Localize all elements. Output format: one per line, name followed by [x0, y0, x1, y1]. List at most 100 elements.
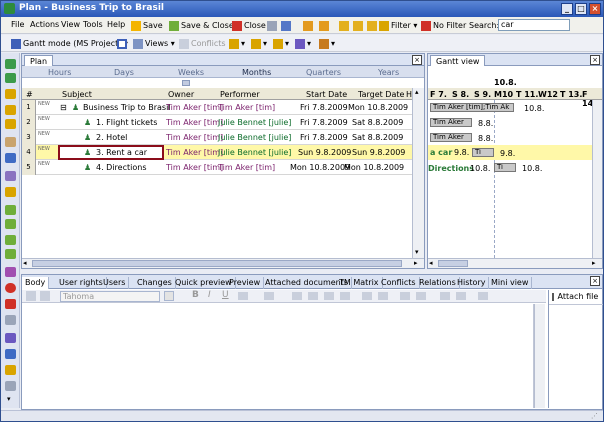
outdent-text-icon[interactable]: [400, 292, 410, 300]
col-performer[interactable]: Performer: [220, 90, 260, 99]
reorder-button[interactable]: [367, 19, 379, 32]
table-row[interactable]: 1 NEW ⊟ ♟ Business Trip to Brasil Tim Ak…: [22, 100, 412, 115]
calendar-icon[interactable]: [5, 171, 16, 181]
underline-icon[interactable]: U: [222, 290, 229, 300]
scroll-thumb[interactable]: [32, 260, 402, 267]
font-select[interactable]: Tahoma: [60, 291, 160, 302]
key2-icon[interactable]: [5, 119, 16, 129]
scale-months[interactable]: Months: [242, 68, 271, 77]
scale-slider[interactable]: [182, 80, 190, 86]
tab-mini-view[interactable]: Mini view: [488, 277, 533, 289]
body-editor[interactable]: [22, 304, 534, 408]
detail-close-button[interactable]: ×: [590, 276, 600, 286]
table-row-selected[interactable]: 4 NEW ♟ 3. Rent a car Tim Aker [tim] Jul…: [22, 145, 412, 160]
resize-grip-icon[interactable]: ⋰: [591, 412, 598, 420]
no-filter-button[interactable]: No Filter: [421, 19, 466, 32]
link-button[interactable]: [281, 19, 293, 32]
tab-conflicts[interactable]: Conflicts: [378, 277, 420, 289]
scroll-left-icon[interactable]: ◂: [23, 259, 27, 267]
plan-horizontal-scrollbar[interactable]: ◂ ▸: [22, 258, 424, 268]
attach-file-button[interactable]: ‖ Attach file: [551, 292, 598, 301]
stop-icon[interactable]: [5, 283, 16, 293]
scroll-up-icon[interactable]: ▴: [415, 88, 419, 96]
highlight-icon[interactable]: [264, 292, 274, 300]
plan-vertical-scrollbar[interactable]: ▴ ▾: [412, 88, 424, 258]
conflicts-button[interactable]: Conflicts: [179, 37, 226, 50]
indent-button[interactable]: [353, 19, 365, 32]
move-button[interactable]: ▾: [273, 37, 289, 50]
gantt-scroll-thumb[interactable]: [438, 260, 468, 267]
link-text-icon[interactable]: [478, 292, 488, 300]
scroll-down-icon[interactable]: ▾: [7, 395, 11, 403]
gantt-bar[interactable]: Tim Aker [tim];Tim Ak: [430, 103, 514, 112]
scale-hours[interactable]: Hours: [48, 68, 71, 77]
align-justify-icon[interactable]: [340, 292, 350, 300]
col-owner[interactable]: Owner: [168, 90, 194, 99]
arrow-down-green-icon[interactable]: [5, 249, 16, 259]
refresh-icon[interactable]: [5, 315, 16, 325]
plan-icon[interactable]: [5, 89, 16, 99]
gantt-mode-dropdown[interactable]: Gantt mode (MS Project) ▾: [11, 37, 128, 50]
move-up-button[interactable]: [303, 19, 315, 32]
bold-icon[interactable]: B: [192, 290, 199, 300]
settings-icon[interactable]: [5, 381, 16, 391]
scale-quarters[interactable]: Quarters: [306, 68, 341, 77]
lock-icon[interactable]: [5, 187, 16, 197]
delete-icon[interactable]: [5, 299, 16, 309]
minimize-button[interactable]: _: [561, 3, 573, 15]
menu-file[interactable]: File: [11, 20, 24, 29]
number-list-icon[interactable]: [378, 292, 388, 300]
table-row[interactable]: 2 NEW ♟ 1. Flight tickets Tim Aker [tim]…: [22, 115, 412, 130]
collapse-icon[interactable]: ⊟: [60, 103, 67, 112]
tab-history[interactable]: History: [454, 277, 490, 289]
tab-users[interactable]: Users: [100, 277, 130, 289]
col-start-date[interactable]: Start Date: [306, 90, 347, 99]
scroll-left-icon[interactable]: ◂: [429, 259, 433, 267]
document-icon[interactable]: [5, 153, 16, 163]
scale-years[interactable]: Years: [378, 68, 399, 77]
search-input[interactable]: car: [498, 19, 570, 31]
note-icon[interactable]: [5, 137, 16, 147]
user-add-icon[interactable]: [5, 73, 16, 83]
table-icon[interactable]: [440, 292, 450, 300]
font-color-icon[interactable]: [238, 292, 248, 300]
close-window-button[interactable]: ×: [589, 3, 601, 15]
indent-text-icon[interactable]: [416, 292, 426, 300]
save-close-button[interactable]: Save & Close: [169, 19, 234, 32]
tab-tm-matrix[interactable]: TM Matrix: [336, 277, 383, 289]
report-icon[interactable]: [5, 333, 16, 343]
plan-close-button[interactable]: ×: [412, 55, 422, 65]
menu-view[interactable]: View: [61, 20, 80, 29]
copy-button[interactable]: ▾: [295, 37, 311, 50]
person-icon[interactable]: [5, 267, 16, 277]
print-side-icon[interactable]: [5, 349, 16, 359]
tab-preview[interactable]: Preview: [226, 277, 265, 289]
user-icon[interactable]: [5, 59, 16, 69]
tab-changes[interactable]: Changes: [134, 277, 176, 289]
gantt-bar[interactable]: Ti: [494, 163, 516, 172]
fit-view-button[interactable]: [117, 37, 129, 50]
align-center-icon[interactable]: [308, 292, 318, 300]
arrow-left-icon[interactable]: [5, 205, 16, 215]
gantt-close-button[interactable]: ×: [590, 55, 600, 65]
star-icon[interactable]: [5, 365, 16, 375]
print-button[interactable]: [267, 19, 279, 32]
col-target-date[interactable]: Target Date: [358, 90, 404, 99]
table-row[interactable]: 5 NEW ♟ 4. Directions Tim Aker [tim] Tim…: [22, 160, 412, 175]
gantt-horizontal-scrollbar[interactable]: ◂ ▸: [428, 258, 602, 268]
italic-icon[interactable]: I: [208, 290, 211, 300]
col-number[interactable]: #: [26, 90, 33, 99]
align-left-icon[interactable]: [292, 292, 302, 300]
gantt-bar[interactable]: Tim Aker: [430, 133, 472, 142]
filter-button[interactable]: Filter ▾: [379, 19, 417, 32]
gantt-vertical-scrollbar[interactable]: [592, 100, 602, 258]
move-down-button[interactable]: [319, 19, 331, 32]
table-row[interactable]: 3 NEW ♟ 2. Hotel Tim Aker [tim] Julie Be…: [22, 130, 412, 145]
col-subject[interactable]: Subject: [62, 90, 92, 99]
scroll-down-icon[interactable]: ▾: [415, 248, 419, 256]
maximize-button[interactable]: □: [575, 3, 587, 15]
close-button[interactable]: Close: [232, 19, 266, 32]
menu-tools[interactable]: Tools: [83, 20, 103, 29]
insert-button[interactable]: ▾: [229, 37, 245, 50]
scroll-right-icon[interactable]: ▸: [414, 259, 418, 267]
